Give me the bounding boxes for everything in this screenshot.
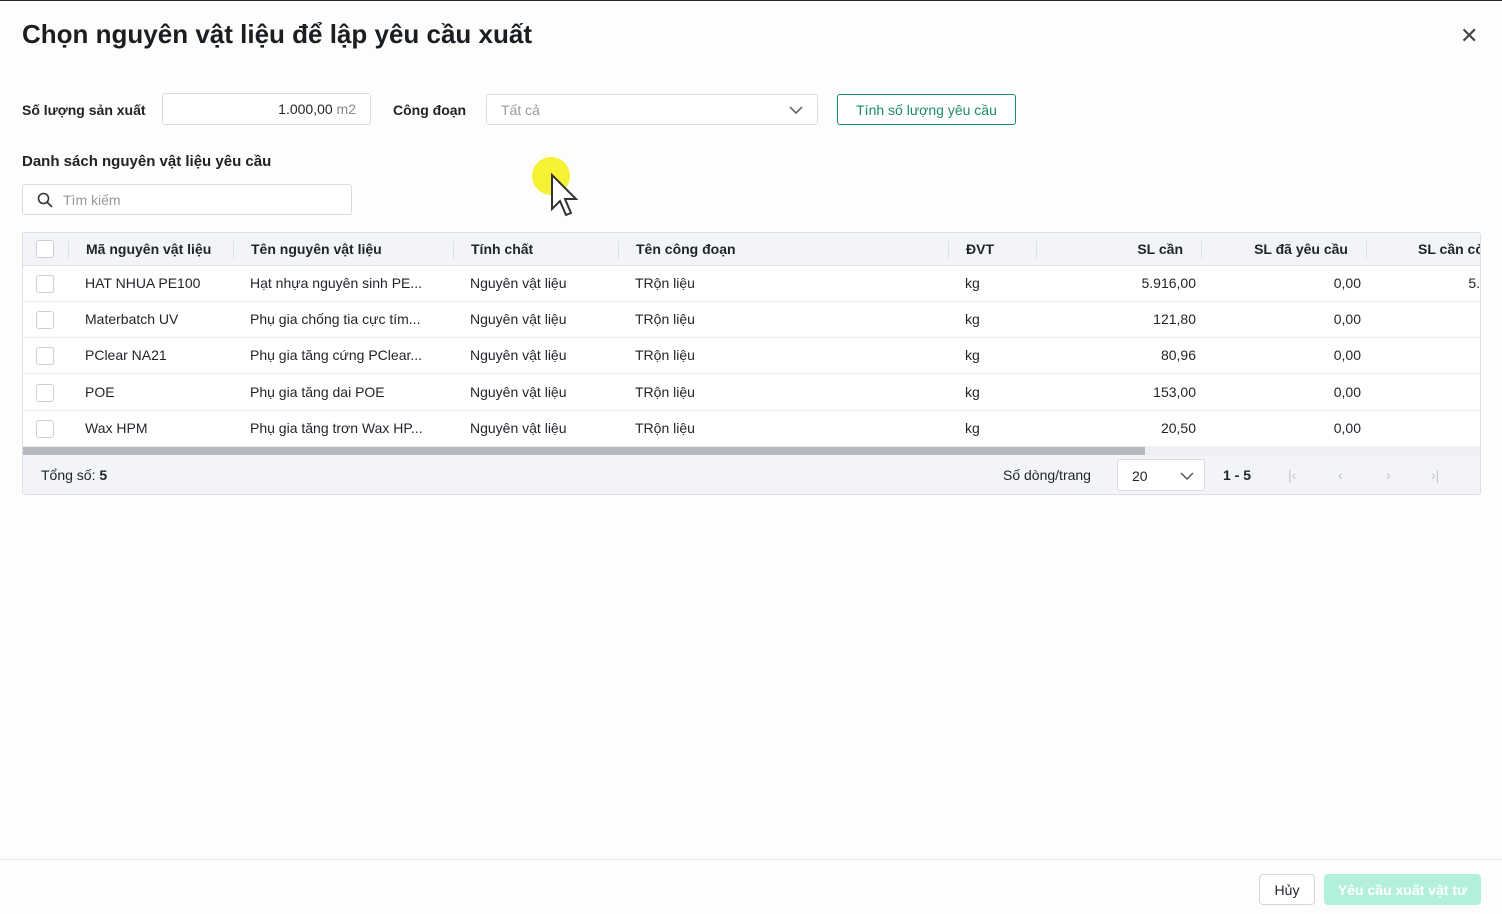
table-row[interactable]: Materbatch UV Phụ gia chống tia cực tím..…: [23, 302, 1480, 339]
row-checkbox[interactable]: [36, 275, 54, 293]
next-page-icon[interactable]: ›: [1386, 467, 1391, 483]
stage-name: TRộn liệu: [635, 311, 695, 328]
calculate-button[interactable]: Tính số lượng yêu cầu: [837, 94, 1016, 125]
material-type: Nguyên vật liệu: [470, 347, 567, 364]
qty-remaining: 5.: [1468, 275, 1480, 291]
material-code: HAT NHUA PE100: [85, 275, 201, 291]
chevron-down-icon: [1180, 472, 1194, 481]
footer-divider: [0, 859, 1502, 860]
stage-label: Công đoạn: [393, 102, 467, 118]
material-name: Phụ gia chống tia cực tím...: [250, 311, 421, 328]
material-code: Materbatch UV: [85, 311, 179, 328]
col-remaining[interactable]: SL cần cò: [1418, 241, 1480, 257]
select-all-checkbox[interactable]: [36, 240, 54, 258]
qty-need: 20,50: [1160, 419, 1196, 436]
table-footer: Tổng số: 5 Số dòng/trang 20 1 - 5 |‹ ‹ ›…: [23, 455, 1480, 494]
stage-name: TRộn liệu: [635, 347, 695, 364]
material-type: Nguyên vật liệu: [470, 311, 567, 328]
rows-per-page-select[interactable]: 20: [1117, 459, 1205, 491]
search-placeholder: Tìm kiếm: [63, 192, 121, 208]
rows-per-page-value: 20: [1132, 468, 1148, 484]
col-code[interactable]: Mã nguyên vật liệu: [86, 241, 211, 257]
qty-need: 121,80: [1153, 311, 1196, 328]
qty-requested: 0,00: [1333, 419, 1361, 436]
col-need[interactable]: SL cần: [1053, 241, 1183, 257]
cancel-button[interactable]: Hủy: [1259, 874, 1315, 905]
qty-requested: 0,00: [1333, 275, 1361, 291]
scrollbar-thumb[interactable]: [23, 447, 1145, 455]
material-name: Phụ gia tăng dai POE: [250, 383, 385, 400]
stage-name: TRộn liệu: [635, 419, 695, 436]
table-row[interactable]: PClear NA21 Phụ gia tăng cứng PClear... Ng…: [23, 338, 1480, 375]
unit: kg: [965, 383, 980, 400]
material-type: Nguyên vật liệu: [470, 275, 567, 291]
stage-name: TRộn liệu: [635, 383, 695, 400]
table-row[interactable]: Wax HPM Phụ gia tăng trơn Wax HP... Nguyên…: [23, 411, 1480, 447]
material-name: Phụ gia tăng cứng PClear...: [250, 347, 423, 364]
first-page-icon[interactable]: |‹: [1288, 467, 1296, 483]
unit: kg: [965, 419, 980, 436]
col-requested[interactable]: SL đã yêu cầu: [1218, 241, 1348, 257]
row-checkbox[interactable]: [36, 311, 54, 330]
qty-need: 80,96: [1160, 347, 1196, 364]
row-checkbox[interactable]: [36, 419, 54, 438]
material-code: PClear NA21: [85, 347, 167, 364]
submit-request-button[interactable]: Yêu cầu xuất vật tư: [1324, 874, 1481, 905]
materials-table: Mã nguyên vật liệu Tên nguyên vật liệu T…: [22, 232, 1481, 495]
material-code: POE: [85, 383, 115, 400]
chevron-down-icon: [789, 106, 803, 115]
material-type: Nguyên vật liệu: [470, 419, 567, 436]
list-title: Danh sách nguyên vật liệu yêu cầu: [22, 153, 272, 170]
material-name: Hạt nhựa nguyên sinh PE...: [250, 275, 423, 291]
qty-requested: 0,00: [1333, 347, 1361, 364]
qty-requested: 0,00: [1333, 311, 1361, 328]
quantity-input[interactable]: 1.000,00 m2: [162, 93, 371, 125]
stage-select[interactable]: Tất cả: [486, 94, 818, 125]
unit: kg: [965, 275, 980, 291]
table-row[interactable]: HAT NHUA PE100 Hạt nhựa nguyên sinh PE...…: [23, 266, 1480, 302]
page-range: 1 - 5: [1223, 467, 1252, 483]
qty-requested: 0,00: [1333, 383, 1361, 400]
total-count: 5: [99, 467, 108, 483]
row-checkbox[interactable]: [36, 347, 54, 366]
close-icon[interactable]: ✕: [1460, 23, 1478, 49]
rows-per-page-label: Số dòng/trang: [1003, 467, 1091, 483]
material-code: Wax HPM: [85, 419, 148, 436]
stage-name: TRộn liệu: [635, 275, 695, 291]
total-label: Tổng số:: [41, 467, 96, 483]
search-icon: [37, 192, 53, 208]
material-name: Phụ gia tăng trơn Wax HP...: [250, 419, 423, 436]
material-type: Nguyên vật liệu: [470, 383, 567, 400]
col-type[interactable]: Tính chất: [471, 241, 533, 257]
row-checkbox[interactable]: [36, 383, 54, 402]
table-row[interactable]: POE Phụ gia tăng dai POE Nguyên vật liệu TR…: [23, 375, 1480, 411]
qty-need: 5.916,00: [1141, 275, 1197, 291]
dialog-title: Chọn nguyên vật liệu để lập yêu cầu xuất: [22, 19, 532, 49]
quantity-unit: m2: [336, 101, 356, 117]
last-page-icon[interactable]: ›|: [1431, 467, 1439, 483]
mouse-cursor-icon: [551, 173, 579, 217]
prev-page-icon[interactable]: ‹: [1338, 467, 1343, 483]
search-input[interactable]: Tìm kiếm: [22, 184, 352, 215]
col-unit[interactable]: ĐVT: [966, 241, 994, 257]
stage-value: Tất cả: [501, 102, 540, 118]
table-header: Mã nguyên vật liệu Tên nguyên vật liệu T…: [23, 233, 1480, 266]
quantity-value: 1.000,00: [278, 101, 333, 117]
horizontal-scrollbar[interactable]: [23, 447, 1480, 455]
col-stage[interactable]: Tên công đoạn: [636, 241, 736, 257]
unit: kg: [965, 347, 980, 364]
quantity-label: Số lượng sản xuất: [22, 102, 146, 118]
unit: kg: [965, 311, 980, 328]
col-name[interactable]: Tên nguyên vật liệu: [251, 241, 382, 257]
qty-need: 153,00: [1153, 383, 1196, 400]
